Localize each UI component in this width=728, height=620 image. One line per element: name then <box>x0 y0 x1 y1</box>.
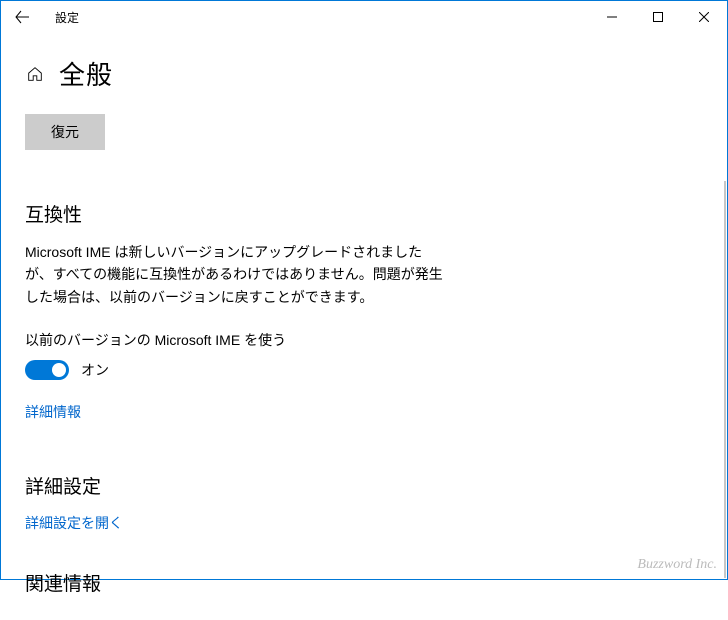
restore-button[interactable]: 復元 <box>25 114 105 150</box>
back-button[interactable] <box>7 2 37 32</box>
toggle-row: オン <box>25 360 703 380</box>
advanced-section: 詳細設定 詳細設定を開く <box>25 472 703 569</box>
previous-version-toggle[interactable] <box>25 360 69 380</box>
toggle-knob <box>52 363 66 377</box>
open-advanced-link[interactable]: 詳細設定を開く <box>25 513 123 533</box>
related-heading: 関連情報 <box>25 569 703 596</box>
home-icon <box>25 64 45 84</box>
close-icon <box>699 12 709 22</box>
maximize-button[interactable] <box>635 2 681 32</box>
arrow-left-icon <box>14 9 30 25</box>
minimize-icon <box>607 12 617 22</box>
compatibility-heading: 互換性 <box>25 200 703 227</box>
page-title: 全般 <box>59 55 113 92</box>
titlebar: 設定 <box>1 1 727 33</box>
window-controls <box>589 2 727 32</box>
toggle-label: 以前のバージョンの Microsoft IME を使う <box>25 330 703 350</box>
window-title: 設定 <box>55 9 79 26</box>
minimize-button[interactable] <box>589 2 635 32</box>
compatibility-description: Microsoft IME は新しいバージョンにアップグレードされましたが、すべ… <box>25 241 445 308</box>
more-info-link[interactable]: 詳細情報 <box>25 402 81 422</box>
advanced-heading: 詳細設定 <box>25 472 703 499</box>
scrollbar[interactable] <box>724 181 726 578</box>
watermark: Buzzword Inc. <box>637 557 717 573</box>
page-header: 全般 <box>25 55 703 92</box>
close-button[interactable] <box>681 2 727 32</box>
toggle-state-text: オン <box>81 360 109 380</box>
maximize-icon <box>653 12 663 22</box>
content-area: 全般 復元 互換性 Microsoft IME は新しいバージョンにアップグレー… <box>1 33 727 620</box>
